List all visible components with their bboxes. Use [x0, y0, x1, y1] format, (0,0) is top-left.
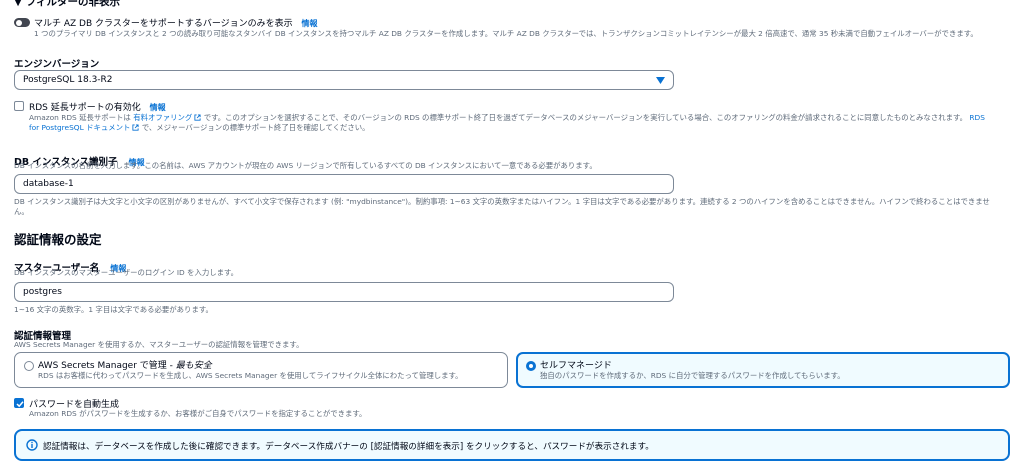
rds-docs-link[interactable]: RDS — [969, 113, 985, 122]
paid-offering-link[interactable]: 有料オファリング — [133, 113, 201, 122]
extended-support-checkbox[interactable] — [14, 101, 24, 111]
external-link-icon — [194, 114, 201, 121]
secrets-manager-radio[interactable] — [24, 361, 34, 371]
db-identifier-constraint-cont: ん。 — [14, 207, 29, 216]
info-circle-icon — [26, 439, 38, 451]
db-identifier-description: DB インスタンスの名前を入力します。この名前は、AWS アカウントが現在の A… — [14, 161, 597, 170]
db-identifier-constraint: DB インスタンス識別子は大文字と小文字の区別がありませんが、すべて小文字で保存… — [14, 197, 990, 206]
self-managed-description: 独自のパスワードを作成するか、RDS に自分で管理するパスワードを作成してもらい… — [540, 371, 845, 380]
credentials-info-text: 認証情報は、データベースを作成した後に確認できます。データベース作成バナーの [… — [43, 442, 654, 452]
auto-generate-password-checkbox[interactable] — [14, 398, 24, 408]
secrets-manager-title: AWS Secrets Manager で管理 - — [38, 361, 176, 371]
caret-down-icon — [656, 77, 665, 84]
checkmark-icon — [15, 400, 24, 407]
toggle-knob — [15, 19, 22, 26]
self-managed-title: セルフマネージド — [540, 361, 612, 371]
master-username-description: DB インスタンスのマスターユーザーのログイン ID を入力します。 — [14, 268, 239, 277]
external-link-icon — [132, 124, 139, 131]
auto-generate-password-description: Amazon RDS がパスワードを生成するか、お客様がご自身でパスワードを指定… — [29, 409, 367, 418]
master-username-input[interactable]: postgres — [14, 282, 674, 302]
info-link[interactable]: 情報 — [150, 103, 166, 112]
credentials-heading: 認証情報の設定 — [14, 232, 102, 247]
master-username-constraint: 1~16 文字の英数字。1 字目は文字である必要があります。 — [14, 305, 213, 314]
self-managed-radio[interactable] — [526, 361, 536, 371]
info-link[interactable]: 情報 — [302, 19, 318, 28]
self-managed-option[interactable]: セルフマネージド 独自のパスワードを作成するか、RDS に自分で管理するパスワー… — [516, 352, 1010, 388]
multi-az-toggle-label: マルチ AZ DB クラスターをサポートするバージョンのみを表示 — [34, 19, 293, 29]
engine-version-value: PostgreSQL 18.3-R2 — [23, 75, 113, 85]
secrets-manager-description: RDS はお客様に代わってパスワードを生成し、AWS Secrets Manag… — [38, 371, 463, 380]
credential-management-description: AWS Secrets Manager を使用するか、マスターユーザーの認証情報… — [14, 340, 304, 349]
most-secure-label: 最も安全 — [175, 361, 212, 371]
multi-az-toggle[interactable] — [14, 18, 30, 27]
filter-toggle-header[interactable]: ▼ フィルターの非表示 — [14, 0, 120, 9]
multi-az-description: 1 つのプライマリ DB インスタンスと 2 つの読み取り可能なスタンバイ DB… — [34, 29, 978, 38]
engine-version-label: エンジンバージョン — [14, 59, 100, 70]
secrets-manager-option[interactable]: AWS Secrets Manager で管理 - 最も安全 RDS はお客様に… — [14, 352, 508, 388]
extended-support-label: RDS 延長サポートの有効化 — [29, 103, 141, 113]
postgres-docs-link[interactable]: for PostgreSQL ドキュメント — [29, 123, 139, 132]
credentials-info-alert: 認証情報は、データベースを作成した後に確認できます。データベース作成バナーの [… — [14, 429, 1010, 461]
engine-version-select[interactable]: PostgreSQL 18.3-R2 — [14, 70, 674, 90]
db-identifier-input[interactable]: database-1 — [14, 174, 674, 194]
